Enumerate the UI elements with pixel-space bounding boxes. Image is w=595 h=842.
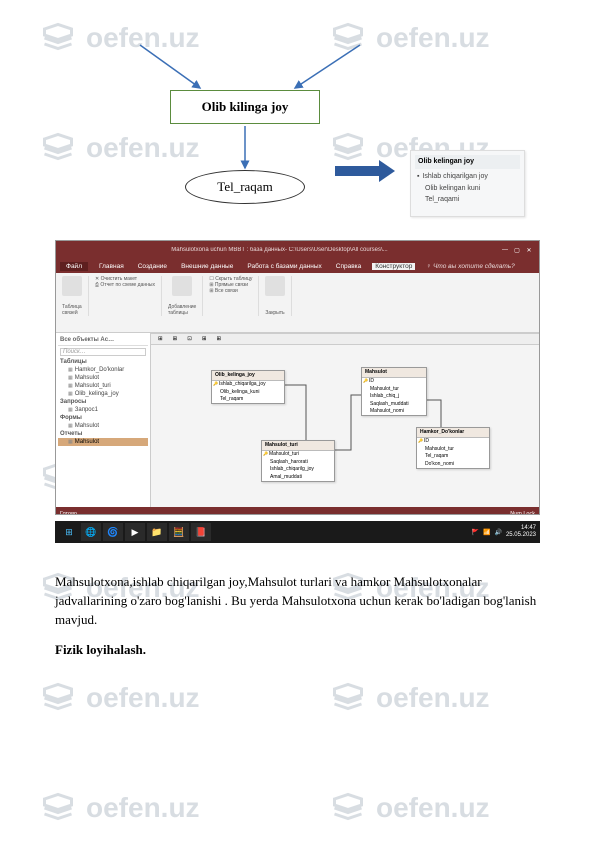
big-arrow-icon	[335, 160, 395, 182]
nav-item[interactable]: Mahsulot_turi	[58, 382, 148, 390]
body-paragraph: Mahsulotxona,ishlab chiqarilgan joy,Mahs…	[55, 573, 540, 630]
tab-help[interactable]: Справка	[333, 263, 365, 270]
ribbon-group[interactable]: ☐ Скрыть таблицу⊞ Прямые связи⊞ Все связ…	[209, 276, 259, 316]
status-right: Num Lock	[510, 511, 535, 516]
object-tab[interactable]: ⊡	[184, 336, 195, 342]
mini-table-row: Ishlab chiqarilgan joy	[415, 171, 520, 183]
tab-home[interactable]: Главная	[96, 263, 127, 270]
mini-table-title: Olib kelingan joy	[415, 155, 520, 169]
windows-taskbar: ⊞🌐🌀▶📁🧮📕 🚩 📶 🔊 14:47 25.05.2023	[55, 521, 540, 543]
nav-title: Все объекты Ac…	[58, 335, 148, 346]
clock-time: 14:47	[506, 525, 536, 532]
clock-date: 25.05.2023	[506, 532, 536, 539]
close-button[interactable]: ✕	[523, 247, 535, 254]
taskbar-app-icon[interactable]: 🌀	[103, 523, 123, 541]
ribbon-group[interactable]: Добавлениетаблицы	[168, 276, 203, 316]
mini-table-row: Olib kelingan kuni	[415, 183, 520, 195]
relationship-lines	[151, 345, 539, 507]
tell-me-input[interactable]: ♀ Что вы хотите сделать?	[423, 263, 517, 270]
diagram-rect-box: Olib kilinga joy	[170, 90, 320, 124]
object-tab[interactable]: ⊞	[213, 336, 224, 342]
tab-file[interactable]: Файл	[60, 262, 88, 271]
object-tabs: ⊞⊞⊡⊞⊞	[151, 334, 539, 345]
status-left: Готово	[60, 511, 77, 516]
access-screenshot: Mahsulotxona uchun MBBT : база данных- C…	[55, 240, 540, 515]
db-table-box[interactable]: Olib_kelinga_joyIshlab_chiqarilga_joyOli…	[211, 370, 285, 404]
ribbon-body: Таблицасвязей✕ Очистить макет⎙ Отчет по …	[56, 273, 539, 333]
ribbon-tabs: Файл Главная Создание Внешние данные Раб…	[56, 259, 539, 273]
object-tab[interactable]: ⊞	[199, 336, 210, 342]
mini-table-row: Tel_raqami	[415, 194, 520, 206]
tray-network-icon[interactable]: 📶	[483, 529, 490, 536]
nav-item[interactable]: Mahsulot	[58, 438, 148, 446]
tab-create[interactable]: Создание	[135, 263, 170, 270]
diagram-ellipse-box: Tel_raqam	[185, 170, 305, 204]
tab-design[interactable]: Конструктор	[372, 263, 415, 270]
nav-item[interactable]: Запрос1	[58, 406, 148, 414]
taskbar-app-icon[interactable]: ▶	[125, 523, 145, 541]
object-tab[interactable]: ⊞	[170, 336, 181, 342]
taskbar-app-icon[interactable]: 📁	[147, 523, 167, 541]
taskbar-app-icon[interactable]: 📕	[191, 523, 211, 541]
section-heading: Fizik loyihalash.	[55, 642, 540, 658]
nav-section-header[interactable]: Таблицы	[58, 358, 148, 366]
nav-item[interactable]: Mahsulot	[58, 374, 148, 382]
tray-flag-icon[interactable]: 🚩	[472, 529, 479, 536]
start-button[interactable]: ⊞	[59, 523, 79, 541]
navigation-pane[interactable]: Все объекты Ac… Поиск… ТаблицыHamkor_Do'…	[56, 333, 151, 507]
mini-table-preview: Olib kelingan joy Ishlab chiqarilgan joy…	[410, 150, 525, 217]
status-bar: Готово Num Lock	[56, 507, 539, 515]
maximize-button[interactable]: ▢	[511, 247, 523, 254]
taskbar-app-icon[interactable]: 🌐	[81, 523, 101, 541]
nav-item[interactable]: Olib_kelinga_joy	[58, 390, 148, 398]
db-table-box[interactable]: Mahsulot_turiMahsulot_turiSaqlash_harora…	[261, 440, 335, 482]
nav-item[interactable]: Mahsulot	[58, 422, 148, 430]
nav-section-header[interactable]: Отчеты	[58, 430, 148, 438]
tab-dbtools[interactable]: Работа с базами данных	[244, 263, 324, 270]
db-table-box[interactable]: Hamkor_Do'konlarIDMahsulot_turTel_raqamD…	[416, 427, 490, 469]
minimize-button[interactable]: —	[499, 247, 511, 253]
system-tray[interactable]: 🚩 📶 🔊 14:47 25.05.2023	[472, 525, 536, 538]
nav-item[interactable]: Hamkor_Do'konlar	[58, 366, 148, 374]
flow-diagram: Olib kilinga joy Tel_raqam Olib kelingan…	[55, 40, 540, 220]
object-tab[interactable]: ⊞	[155, 336, 166, 342]
taskbar-app-icon[interactable]: 🧮	[169, 523, 189, 541]
ribbon-group[interactable]: ✕ Очистить макет⎙ Отчет по схеме данных	[95, 276, 162, 316]
tab-external[interactable]: Внешние данные	[178, 263, 236, 270]
tray-volume-icon[interactable]: 🔊	[494, 529, 501, 536]
taskbar-clock[interactable]: 14:47 25.05.2023	[506, 525, 536, 538]
ribbon-group[interactable]: Таблицасвязей	[62, 276, 89, 316]
relationships-canvas[interactable]: ⊞⊞⊡⊞⊞ Olib_kelinga_joyIshlab_chiqarilga_…	[151, 333, 539, 507]
window-titlebar: Mahsulotxona uchun MBBT : база данных- C…	[56, 241, 539, 259]
nav-section-header[interactable]: Формы	[58, 414, 148, 422]
nav-section-header[interactable]: Запросы	[58, 398, 148, 406]
window-title: Mahsulotxona uchun MBBT : база данных- C…	[60, 247, 499, 253]
ribbon-group[interactable]: Закрыть	[265, 276, 292, 316]
db-table-box[interactable]: MahsulotIDMahsulot_turIshlab_chiq_jSaqla…	[361, 367, 427, 416]
nav-search-input[interactable]: Поиск…	[60, 348, 146, 356]
